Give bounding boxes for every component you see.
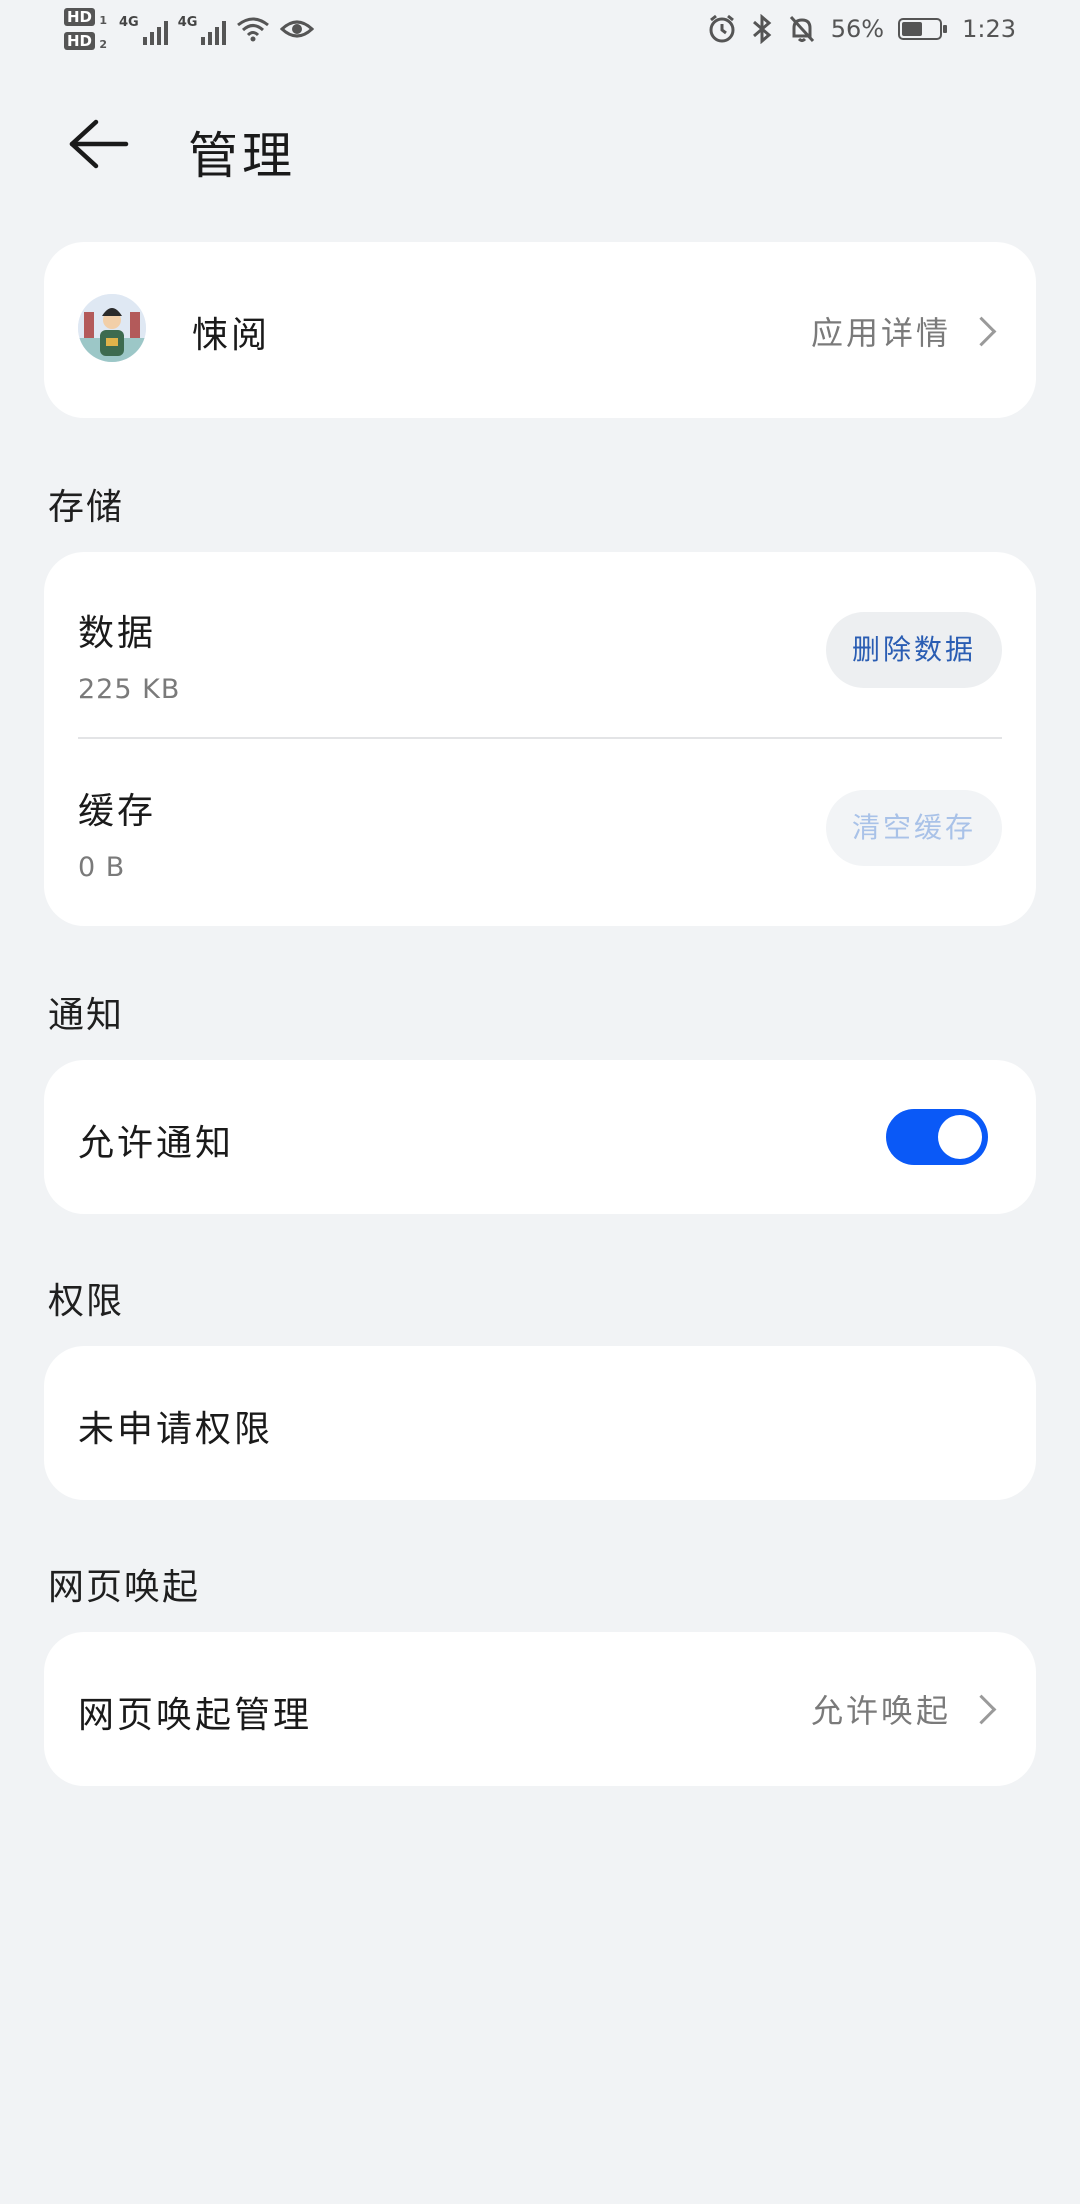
cache-title: 缓存 [78, 791, 157, 832]
clock: 1:23 [962, 15, 1016, 43]
status-bar-right: 56% 1:23 [707, 14, 1016, 44]
app-details-link[interactable]: 应用详情 [810, 308, 997, 354]
back-arrow-icon [69, 119, 129, 169]
clear-cache-button[interactable]: 清空缓存 [825, 790, 1002, 866]
divider [78, 737, 1002, 739]
signal-bars-icon [201, 17, 227, 45]
sim1-hd-badge: HD 1 [64, 8, 107, 27]
app-name: 悚阅 [192, 315, 271, 356]
web-launch-manage-label: 网页唤起管理 [78, 1695, 313, 1736]
eye-icon [280, 20, 315, 38]
cache-size: 0 B [78, 852, 126, 883]
web-launch-card[interactable]: 网页唤起管理 允许唤起 [44, 1632, 1036, 1786]
data-title: 数据 [78, 613, 157, 654]
notifications-card: 允许通知 [44, 1060, 1036, 1214]
chevron-right-icon [966, 316, 997, 346]
sim-indicators: HD 1 HD 2 [64, 8, 107, 51]
allow-notifications-toggle[interactable] [886, 1109, 988, 1165]
app-details-label: 应用详情 [810, 314, 951, 352]
page-header: 管理 [0, 100, 1080, 190]
data-row: 数据 225 KB [78, 604, 180, 705]
no-permissions-label: 未申请权限 [78, 1409, 274, 1450]
signal-bars-icon [142, 17, 168, 45]
battery-fill [902, 22, 923, 36]
web-launch-value-link[interactable]: 允许唤起 [810, 1686, 997, 1732]
app-avatar [78, 294, 146, 362]
web-launch-value: 允许唤起 [810, 1692, 951, 1730]
toggle-knob [938, 1115, 982, 1159]
signal-2: 4G [178, 13, 227, 45]
section-notifications-label: 通知 [48, 995, 125, 1036]
status-bar: HD 1 HD 2 4G 4G 56% 1:23 [0, 0, 1080, 68]
cache-row: 缓存 0 B [78, 782, 156, 883]
status-bar-left: HD 1 HD 2 4G 4G [64, 8, 315, 51]
section-web-launch-label: 网页唤起 [48, 1567, 201, 1608]
page-title: 管理 [188, 127, 296, 185]
storage-card: 数据 225 KB 删除数据 缓存 0 B 清空缓存 [44, 552, 1036, 926]
mute-bell-icon [789, 15, 814, 43]
permissions-card: 未申请权限 [44, 1346, 1036, 1500]
delete-data-button[interactable]: 删除数据 [825, 612, 1002, 688]
battery-icon [898, 18, 948, 40]
section-permissions-label: 权限 [48, 1281, 125, 1322]
battery-percent: 56% [830, 15, 885, 43]
data-size: 225 KB [78, 674, 181, 705]
wifi-icon [237, 17, 270, 42]
allow-notifications-label: 允许通知 [78, 1123, 235, 1164]
section-storage-label: 存储 [48, 487, 125, 528]
back-button[interactable] [66, 114, 130, 174]
chevron-right-icon [966, 1694, 997, 1724]
app-icon [78, 294, 146, 362]
signal-1: 4G [119, 13, 168, 45]
app-info-card[interactable]: 悚阅 应用详情 [44, 242, 1036, 418]
bluetooth-icon [752, 14, 772, 44]
alarm-icon [709, 14, 735, 43]
sim2-hd-badge: HD 2 [64, 32, 107, 51]
